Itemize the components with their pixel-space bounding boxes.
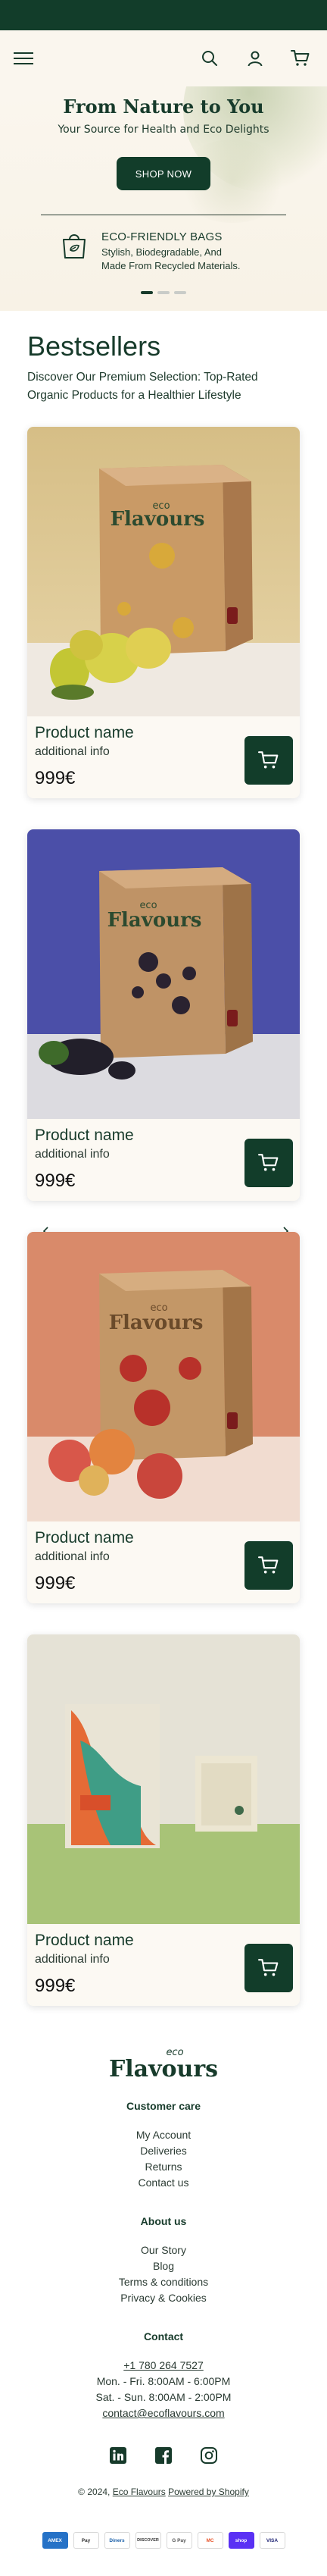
footer-email-link[interactable]: contact@ecoflavours.com xyxy=(0,2405,327,2421)
linkedin-icon[interactable] xyxy=(110,2447,126,2464)
product-name[interactable]: Product name xyxy=(35,1127,134,1145)
footer-logo[interactable]: eco Flavours xyxy=(0,2047,327,2085)
powered-by-link[interactable]: Powered by Shopify xyxy=(168,2487,249,2497)
footer-hours: Mon. - Fri. 8:00AM - 6:00PM xyxy=(96,2375,231,2387)
amex-icon: AMEX xyxy=(42,2532,68,2549)
cart-icon xyxy=(258,1959,279,1976)
social-links xyxy=(0,2447,327,2464)
cart-icon xyxy=(258,751,279,769)
site-footer: eco Flavours Customer care My Account De… xyxy=(0,2047,327,2497)
copyright-prefix: © 2024, xyxy=(78,2487,113,2497)
footer-heading: Contact xyxy=(143,2330,184,2343)
product-image: eco Flavours xyxy=(27,829,300,1119)
product-card[interactable]: eco Flavours Product name additional inf… xyxy=(27,1232,300,1603)
shop-pay-icon: shop xyxy=(228,2532,254,2549)
footer-heading: Customer care xyxy=(126,2100,201,2112)
google-pay-icon: G Pay xyxy=(166,2532,192,2549)
facebook-icon[interactable] xyxy=(155,2447,172,2464)
copyright-brand-link[interactable]: Eco Flavours xyxy=(113,2487,166,2497)
bag-icon xyxy=(63,234,86,259)
cart-icon xyxy=(258,1154,279,1171)
product-price: 999€ xyxy=(35,1573,76,1594)
section-title: Bestsellers xyxy=(27,331,161,362)
hero-banner: From Nature to You Your Source for Healt… xyxy=(0,86,327,311)
footer-link-terms[interactable]: Terms & conditions xyxy=(0,2274,327,2290)
add-to-cart-button[interactable] xyxy=(244,736,293,785)
visa-icon: VISA xyxy=(259,2532,285,2549)
announcement-bar xyxy=(0,0,327,30)
footer-heading: About us xyxy=(140,2215,187,2227)
section-subtitle-line: Discover Our Premium Selection: Top-Rate… xyxy=(27,371,258,384)
product-image: eco Flavours xyxy=(27,1232,300,1521)
product-price: 999€ xyxy=(35,768,76,788)
contact-section: Contact +1 780 264 7527 Mon. - Fri. 8:00… xyxy=(0,2330,327,2421)
menu-button[interactable] xyxy=(14,49,33,68)
product-info: additional info xyxy=(35,1953,110,1966)
product-name[interactable]: Product name xyxy=(35,1932,134,1950)
hero-title: From Nature to You xyxy=(63,96,264,118)
product-info: additional info xyxy=(35,745,110,758)
product-name[interactable]: Product name xyxy=(35,1529,134,1547)
product-card[interactable]: eco Flavours Product name additional inf… xyxy=(27,427,300,798)
add-to-cart-button[interactable] xyxy=(244,1944,293,1992)
site-header xyxy=(0,30,327,86)
box-brand: Flavours xyxy=(109,1312,204,1334)
payment-methods: AMEX Pay Diners DISCOVER G Pay MC shop V… xyxy=(0,2532,327,2549)
footer-link-blog[interactable]: Blog xyxy=(0,2258,327,2274)
product-price: 999€ xyxy=(35,1170,76,1191)
footer-link-returns[interactable]: Returns xyxy=(0,2159,327,2175)
slide-dot-2[interactable] xyxy=(157,291,170,294)
footer-hours: Sat. - Sun. 8:00AM - 2:00PM xyxy=(95,2391,232,2403)
slide-dot-3[interactable] xyxy=(174,291,186,294)
user-icon xyxy=(248,51,263,67)
product-card[interactable]: eco Flavours Product name additional inf… xyxy=(27,829,300,1201)
copyright: © 2024, Eco Flavours Powered by Shopify xyxy=(0,2487,327,2497)
feature-desc-line: Stylish, Biodegradable, And xyxy=(101,246,222,258)
product-image xyxy=(27,1634,300,1924)
footer-link-contact-us[interactable]: Contact us xyxy=(0,2175,327,2191)
mastercard-icon: MC xyxy=(197,2532,223,2549)
footer-link-deliveries[interactable]: Deliveries xyxy=(0,2143,327,2159)
apple-pay-icon: Pay xyxy=(73,2532,99,2549)
bestsellers-section: Bestsellers Discover Our Premium Selecti… xyxy=(0,331,327,405)
box-brand: Flavours xyxy=(107,909,202,932)
section-subtitle-line: Organic Products for a Healthier Lifesty… xyxy=(27,389,241,402)
footer-link-privacy[interactable]: Privacy & Cookies xyxy=(0,2290,327,2306)
header-actions xyxy=(200,49,310,68)
product-info: additional info xyxy=(35,1148,110,1161)
product-card[interactable]: Product name additional info 999€ xyxy=(27,1634,300,2006)
product-name[interactable]: Product name xyxy=(35,724,134,742)
diners-icon: Diners xyxy=(104,2532,130,2549)
slide-dot-1[interactable] xyxy=(141,291,153,294)
search-icon xyxy=(202,51,217,66)
about-section: About us Our Story Blog Terms & conditio… xyxy=(0,2215,327,2306)
product-info: additional info xyxy=(35,1550,110,1563)
search-button[interactable] xyxy=(200,49,220,68)
hamburger-icon xyxy=(14,52,33,64)
logo-text: Flavours xyxy=(108,2056,219,2082)
cart-icon xyxy=(291,50,310,66)
product-price: 999€ xyxy=(35,1976,76,1996)
hero-subtitle: Your Source for Health and Eco Delights xyxy=(58,124,269,136)
section-subtitle: Discover Our Premium Selection: Top-Rate… xyxy=(27,368,300,405)
box-brand: Flavours xyxy=(111,508,205,531)
discover-icon: DISCOVER xyxy=(135,2532,161,2549)
customer-care-section: Customer care My Account Deliveries Retu… xyxy=(0,2100,327,2191)
instagram-icon[interactable] xyxy=(201,2447,217,2464)
account-button[interactable] xyxy=(245,49,265,68)
feature-title: ECO-FRIENDLY BAGS xyxy=(101,230,223,243)
footer-phone-link[interactable]: +1 780 264 7527 xyxy=(0,2358,327,2374)
add-to-cart-button[interactable] xyxy=(244,1139,293,1187)
footer-link-our-story[interactable]: Our Story xyxy=(0,2242,327,2258)
add-to-cart-button[interactable] xyxy=(244,1541,293,1590)
shop-now-button[interactable]: SHOP NOW xyxy=(117,157,210,190)
feature-desc-line: Made From Recycled Materials. xyxy=(101,260,241,271)
cart-icon xyxy=(258,1556,279,1574)
slider-pagination xyxy=(0,291,327,294)
cart-button[interactable] xyxy=(291,49,310,68)
eco-feature: ECO-FRIENDLY BAGS Stylish, Biodegradable… xyxy=(59,230,327,273)
feature-description: Stylish, Biodegradable, And Made From Re… xyxy=(101,246,241,273)
product-image: eco Flavours xyxy=(27,427,300,716)
footer-link-my-account[interactable]: My Account xyxy=(0,2127,327,2143)
